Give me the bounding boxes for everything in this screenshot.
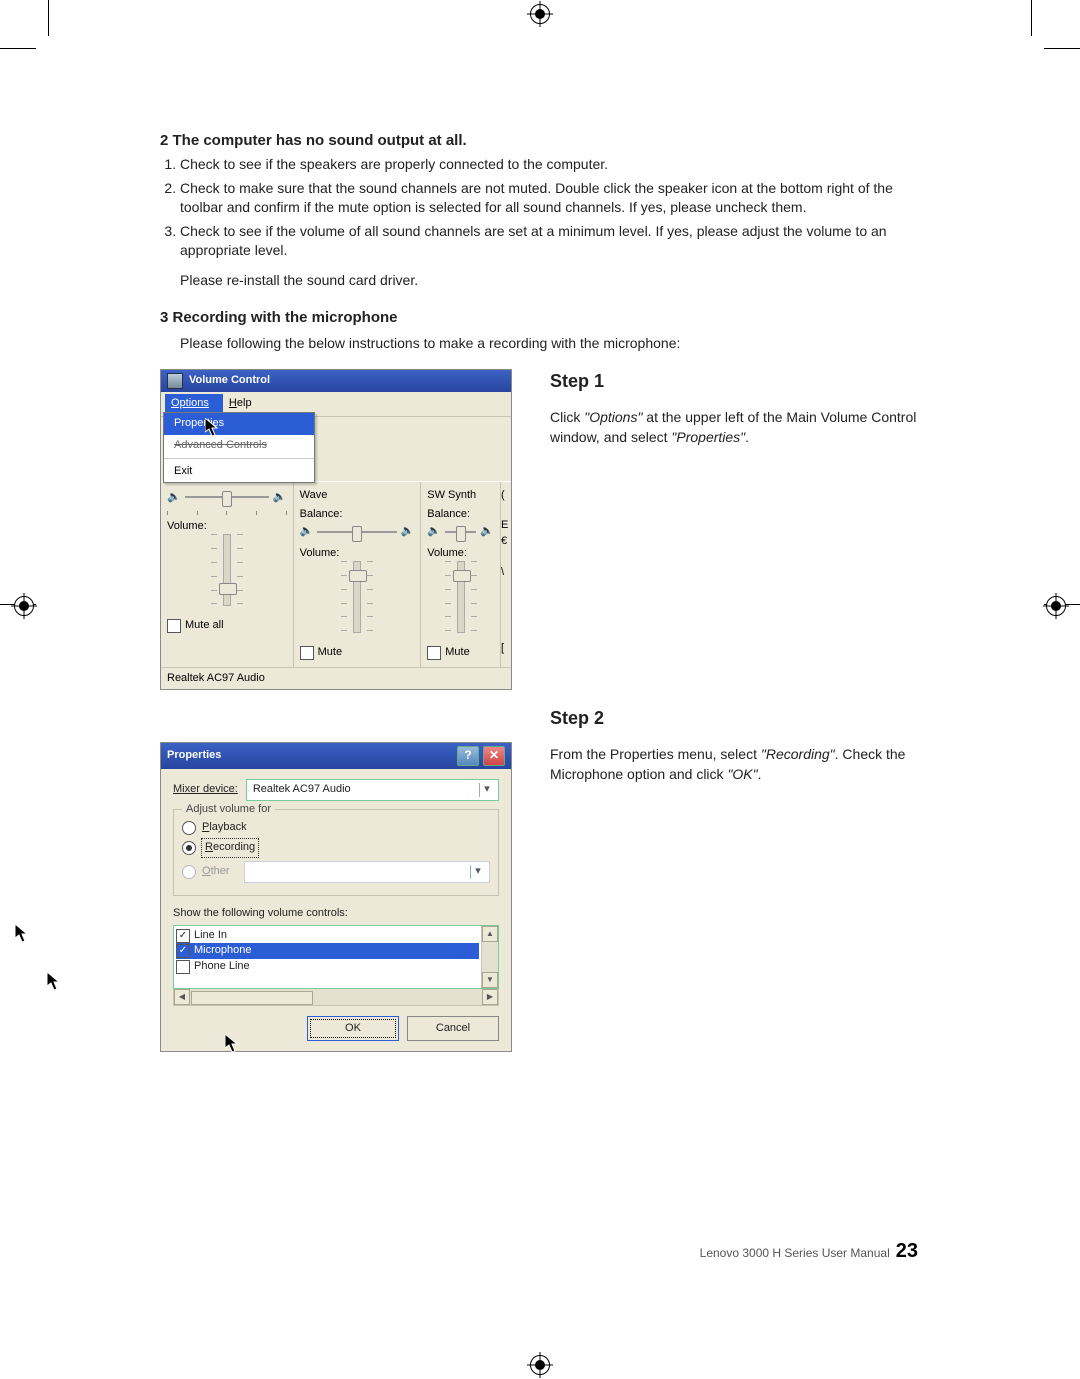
footer-text: Lenovo 3000 H Series User Manual (700, 1246, 890, 1260)
close-button[interactable]: ✕ (483, 746, 505, 766)
menu-item-advanced[interactable]: Advanced Controls (164, 435, 314, 456)
crop-mark (1031, 0, 1032, 36)
scroll-right-icon[interactable]: ▶ (482, 989, 498, 1005)
crop-mark (48, 0, 49, 36)
mute-label: Mute (318, 645, 342, 660)
step1-text: Click "Options" at the upper left of the… (550, 408, 920, 447)
list-item-phoneline[interactable]: Phone Line (176, 959, 479, 974)
registration-icon (530, 1355, 550, 1375)
mixer-label: Mixer device: (173, 782, 238, 797)
list-item-microphone[interactable]: ✓ Microphone (176, 943, 479, 958)
dropdown-arrow-icon: ▾ (470, 865, 485, 879)
radio-playback[interactable]: Playback (182, 820, 490, 835)
heading-recording: 3 Recording with the microphone (160, 307, 920, 328)
radio-icon (182, 865, 196, 879)
step2-title: Step 2 (550, 706, 920, 731)
scrollbar-horizontal[interactable]: ◀ ▶ (173, 989, 499, 1006)
speaker-left-icon: 🔈 (300, 524, 314, 539)
main-content: 2 The computer has no sound output at al… (160, 130, 920, 1052)
window-title: Volume Control (189, 373, 270, 388)
scrollbar-vertical[interactable]: ▲ ▼ (481, 926, 498, 988)
column-clipped: (E€\[ (500, 482, 511, 667)
volume-slider[interactable] (223, 534, 231, 606)
page: 2 The computer has no sound output at al… (0, 0, 1080, 1379)
registration-icon (14, 596, 34, 616)
radio-other: Other ▾ (182, 861, 490, 883)
crop-mark (1044, 48, 1080, 49)
volume-slider[interactable] (353, 561, 361, 633)
balance-slider[interactable]: 🔈 🔈 (300, 524, 415, 539)
recording-intro: Please following the below instructions … (180, 334, 920, 354)
registration-icon (1046, 596, 1066, 616)
registration-icon (530, 4, 550, 24)
page-footer: Lenovo 3000 H Series User Manual 23 (700, 1240, 918, 1263)
cursor-icon (225, 1034, 239, 1054)
menu-item-exit[interactable]: Exit (164, 461, 314, 482)
checkbox[interactable]: ✓ (176, 929, 190, 943)
scroll-up-icon[interactable]: ▲ (482, 926, 498, 942)
step1-title: Step 1 (550, 369, 920, 394)
volume-control-window: Volume Control Options Help Properties A… (160, 369, 512, 690)
cursor-icon (15, 924, 29, 944)
statusbar: Realtek AC97 Audio (161, 667, 511, 689)
speaker-right-icon: 🔈 (480, 524, 494, 539)
balance-slider[interactable]: 🔈 🔈 (167, 490, 287, 505)
cursor-icon (47, 972, 61, 992)
reinstall-note: Please re-install the sound card driver. (180, 271, 920, 291)
menu-help[interactable]: Help (223, 394, 266, 413)
crop-mark (0, 48, 36, 49)
dialog-title: Properties (167, 748, 221, 763)
mute-all-label: Mute all (185, 618, 224, 633)
step2-text: From the Properties menu, select "Record… (550, 745, 920, 784)
list-item: Check to see if the speakers are properl… (180, 155, 920, 175)
help-button[interactable]: ? (457, 746, 479, 766)
balance-label: Balance: (300, 507, 415, 522)
controls-list[interactable]: ✓ Line In ✓ Microphone Phone Line (173, 925, 499, 989)
volume-slider[interactable] (457, 561, 465, 633)
speaker-left-icon: 🔈 (167, 490, 181, 505)
no-sound-list: Check to see if the speakers are properl… (160, 155, 920, 261)
dropdown-arrow-icon: ▾ (479, 783, 494, 797)
list-item: Check to see if the volume of all sound … (180, 222, 920, 261)
mixer-select[interactable]: Realtek AC97 Audio ▾ (246, 779, 499, 801)
properties-dialog: Properties ? ✕ Mixer device: Realt (160, 742, 512, 1053)
ok-button[interactable]: OK (307, 1016, 399, 1041)
radio-icon (182, 841, 196, 855)
volume-label: Volume: (427, 546, 494, 561)
heading-no-sound: 2 The computer has no sound output at al… (160, 130, 920, 151)
column-title-swsynth: SW Synth (427, 488, 494, 507)
radio-recording[interactable]: Recording (182, 839, 490, 856)
page-number: 23 (896, 1240, 918, 1263)
list-item-linein[interactable]: ✓ Line In (176, 928, 479, 943)
options-dropdown: Properties Advanced Controls Exit (163, 412, 315, 483)
dialog-titlebar[interactable]: Properties ? ✕ (161, 743, 511, 769)
speaker-left-icon: 🔈 (427, 524, 441, 539)
checkbox[interactable] (176, 960, 190, 974)
menu-options[interactable]: Options (165, 394, 223, 413)
radio-icon (182, 821, 196, 835)
app-icon (167, 373, 183, 389)
balance-slider[interactable]: 🔈 🔈 (427, 524, 494, 539)
cancel-button[interactable]: Cancel (407, 1016, 499, 1041)
balance-label: Balance: (427, 507, 494, 522)
mute-checkbox[interactable] (427, 646, 441, 660)
scroll-down-icon[interactable]: ▼ (482, 972, 498, 988)
window-titlebar[interactable]: Volume Control (161, 370, 511, 392)
column-title-wave: Wave (300, 488, 415, 507)
mute-all-checkbox[interactable] (167, 619, 181, 633)
scroll-left-icon[interactable]: ◀ (174, 989, 190, 1005)
other-select: ▾ (244, 861, 490, 883)
checkbox[interactable]: ✓ (176, 944, 190, 958)
volume-label: Volume: (300, 546, 415, 561)
speaker-right-icon: 🔈 (273, 490, 287, 505)
mute-checkbox[interactable] (300, 646, 314, 660)
group-legend: Adjust volume for (182, 802, 275, 817)
list-label: Show the following volume controls: (173, 906, 499, 921)
menu-item-properties[interactable]: Properties (164, 413, 314, 434)
speaker-right-icon: 🔈 (401, 524, 415, 539)
list-item: Check to make sure that the sound channe… (180, 179, 920, 218)
volume-label: Volume: (167, 519, 287, 534)
mute-label: Mute (445, 645, 469, 660)
mixer-value: Realtek AC97 Audio (253, 782, 351, 797)
